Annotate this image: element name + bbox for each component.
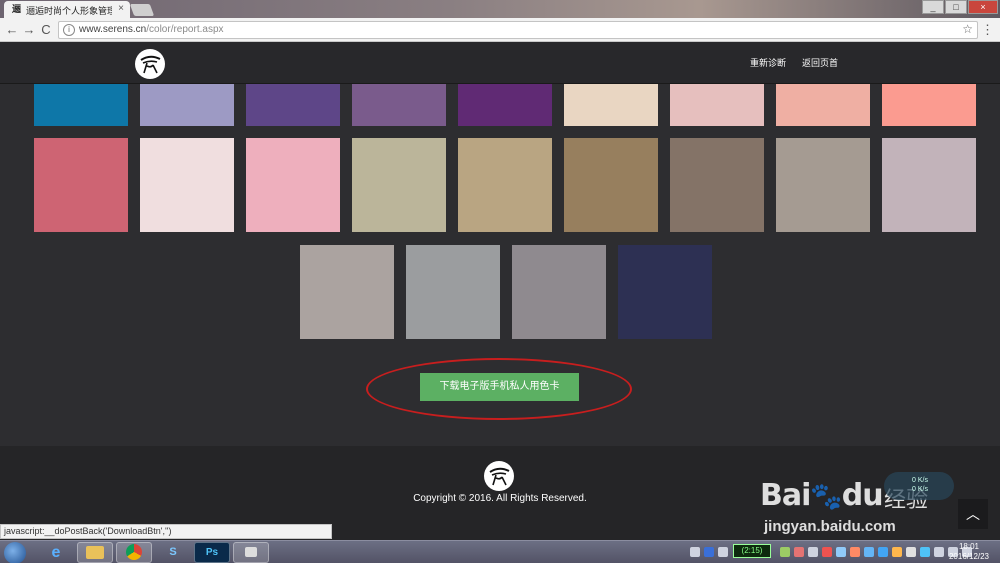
bluetooth-icon[interactable] [878, 547, 888, 557]
chat-app-icon[interactable] [233, 542, 269, 563]
reload-icon[interactable]: C [38, 22, 54, 38]
color-swatch-r3-4 [618, 245, 712, 339]
nav-home-link[interactable]: 返回页首 [802, 56, 838, 69]
minimize-button[interactable]: _ [922, 0, 944, 14]
tray-icon[interactable] [892, 547, 902, 557]
chrome-logo-icon [126, 544, 142, 560]
system-tray [690, 544, 728, 560]
tray-icon[interactable] [822, 547, 832, 557]
help-icon[interactable] [704, 547, 714, 557]
footer-logo-mark-icon [489, 467, 510, 486]
shield-icon[interactable] [920, 547, 930, 557]
color-swatch-r2-6 [564, 138, 658, 232]
back-to-top-button[interactable]: ︿ [958, 499, 988, 529]
browser-toolbar: ← → C i www.serens.cn/color/report.aspx … [0, 18, 1000, 42]
watermark-bai: Bai [760, 478, 811, 513]
tray-icon[interactable] [780, 547, 790, 557]
watermark-du: du [841, 478, 884, 513]
nav-rediagnose-link[interactable]: 重新诊断 [750, 56, 786, 69]
new-tab-button[interactable] [129, 4, 155, 16]
serens-logo-icon[interactable] [135, 49, 165, 79]
url-path: /color/report.aspx [146, 24, 224, 35]
color-swatch-r1-5 [458, 84, 552, 126]
tab-title: 逦逅时尚个人形象管理 [26, 7, 112, 17]
signal-icon[interactable] [808, 547, 818, 557]
tray-icon[interactable] [864, 547, 874, 557]
folder-icon [86, 546, 104, 559]
color-swatch-r1-4 [352, 84, 446, 126]
color-swatch-r2-9 [882, 138, 976, 232]
maximize-button[interactable]: □ [945, 0, 967, 14]
color-swatch-r2-2 [140, 138, 234, 232]
tray-icon[interactable] [794, 547, 804, 557]
browser-tab-strip: 逦 逦逅时尚个人形象管理 × _ □ × [0, 0, 1000, 18]
close-window-button[interactable]: × [968, 0, 998, 14]
url-host: www.serens.cn [79, 24, 147, 35]
color-swatch-r2-3 [246, 138, 340, 232]
explorer-icon[interactable] [77, 542, 113, 563]
network-speed-widget: 0 K/s 0 K/s [884, 472, 954, 500]
download-color-card-button[interactable]: 下载电子版手机私人用色卡 [420, 373, 579, 401]
color-swatch-r2-1 [34, 138, 128, 232]
color-swatch-r2-8 [776, 138, 870, 232]
sogou-icon[interactable]: S [155, 542, 191, 563]
color-swatch-r3-3 [512, 245, 606, 339]
network-icon[interactable] [934, 547, 944, 557]
chrome-icon[interactable] [116, 542, 152, 563]
clock-date: 2016/12/23 [948, 552, 990, 561]
browser-tab[interactable]: 逦 逦逅时尚个人形象管理 × [4, 1, 130, 18]
clock-time: 18:01 [958, 542, 980, 551]
color-swatch-r2-7 [670, 138, 764, 232]
watermark-baidu-text: Bai🐾du [760, 478, 884, 513]
window-controls: _ □ × [922, 0, 998, 14]
url-text: www.serens.cn/color/report.aspx [79, 24, 224, 35]
windows-taskbar: e S Ps (2:15) 18:01 2016/12/23 [0, 540, 1000, 563]
color-swatch-r1-3 [246, 84, 340, 126]
color-swatch-r2-4 [352, 138, 446, 232]
color-swatch-r2-5 [458, 138, 552, 232]
footer-logo-icon [484, 461, 514, 491]
download-speed: 0 K/s [912, 486, 928, 493]
color-swatch-r3-2 [406, 245, 500, 339]
bookmark-star-icon[interactable]: ☆ [962, 22, 973, 36]
color-swatch-r1-8 [776, 84, 870, 126]
upload-speed: 0 K/s [912, 477, 928, 484]
tray-icon[interactable] [850, 547, 860, 557]
color-swatch-r1-6 [564, 84, 658, 126]
browser-menu-icon[interactable]: ⋮ [981, 22, 994, 38]
start-button[interactable] [4, 542, 26, 563]
tab-close-icon[interactable]: × [118, 3, 124, 14]
message-icon [245, 547, 257, 557]
tray-icon[interactable] [690, 547, 700, 557]
battery-indicator[interactable]: (2:15) [733, 544, 771, 558]
watermark-url: jingyan.baidu.com [764, 518, 896, 535]
color-swatch-r1-2 [140, 84, 234, 126]
paw-icon: 🐾 [810, 482, 842, 512]
browser-status-bar: javascript:__doPostBack('DownloadBtn',''… [0, 524, 332, 539]
photoshop-icon[interactable]: Ps [194, 542, 230, 563]
color-swatch-r1-7 [670, 84, 764, 126]
color-swatch-r1-1 [34, 84, 128, 126]
page-info-icon[interactable]: i [63, 24, 75, 36]
favicon-icon: 逦 [12, 4, 22, 14]
ie-icon[interactable]: e [38, 542, 74, 563]
back-icon[interactable]: ← [4, 22, 20, 38]
color-swatch-r1-9 [882, 84, 976, 126]
address-bar[interactable]: i www.serens.cn/color/report.aspx ☆ [58, 21, 978, 39]
color-swatch-r3-1 [300, 245, 394, 339]
tray-icon[interactable] [906, 547, 916, 557]
taskbar-clock[interactable]: 18:01 2016/12/23 [944, 542, 994, 562]
tray-icon[interactable] [718, 547, 728, 557]
header-nav: 重新诊断 返回页首 [750, 56, 838, 69]
logo-mark-icon [140, 55, 161, 74]
forward-icon[interactable]: → [21, 22, 37, 38]
site-header: 重新诊断 返回页首 [0, 42, 1000, 84]
tray-icon[interactable] [836, 547, 846, 557]
